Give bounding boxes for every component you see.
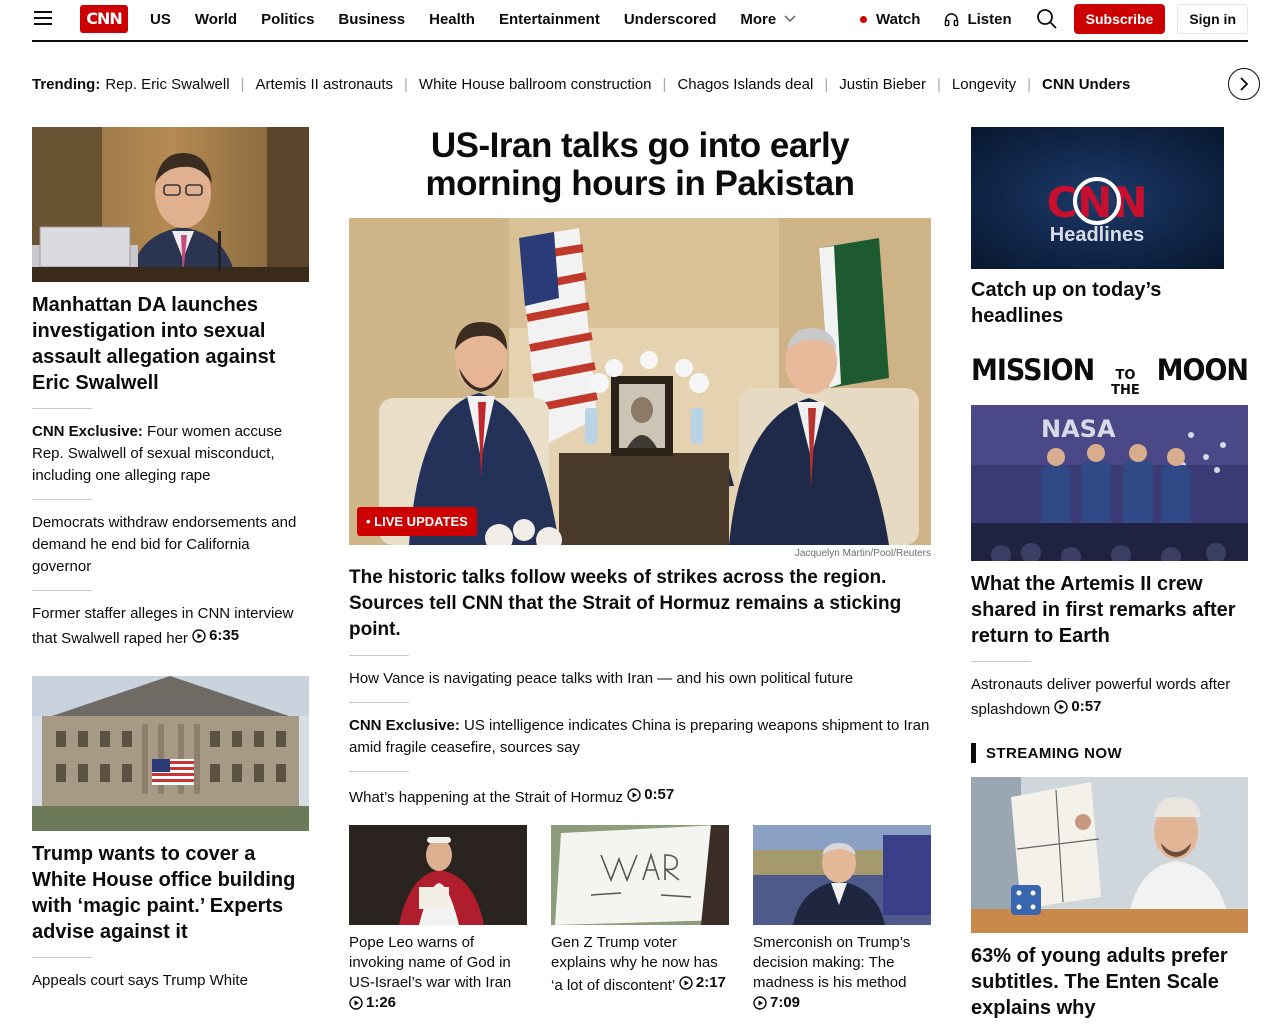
main-nav: US World Politics Business Health Entert… [150,0,820,38]
related-link[interactable]: CNN Exclusive: US intelligence indicates… [349,715,931,759]
story-headline[interactable]: What the Artemis II crew shared in first… [971,571,1248,649]
nav-more-label: More [740,10,777,28]
subscribe-button[interactable]: Subscribe [1073,4,1166,34]
live-dot-icon [859,15,867,23]
exclusive-label: CNN Exclusive: [32,423,143,440]
nav-more[interactable]: More [740,11,796,28]
video-thumbnails: Pope Leo warns of invoking name of God i… [349,825,931,1016]
listen-link[interactable]: Listen [944,10,1012,28]
related-link[interactable]: How Vance is navigating peace talks with… [349,668,931,690]
trending-item[interactable]: Rep. Eric Swalwell [105,76,229,93]
nav-business[interactable]: Business [338,11,405,28]
watch-link[interactable]: Watch [859,10,921,28]
nav-health[interactable]: Health [429,11,475,28]
video-caption: Pope Leo warns of invoking name of God i… [349,934,512,1013]
enten-scale-photo[interactable] [971,777,1248,933]
cnn-logo[interactable]: CNN [80,5,128,33]
video-duration: 6:35 [192,625,239,647]
headlines-tile-label: Headlines [1050,224,1144,246]
trending-item[interactable]: Artemis II astronauts [255,76,393,93]
svg-text:NASA: NASA [1041,415,1116,443]
trending-bar: Trending: Rep. Eric Swalwell | Artemis II… [32,75,1131,93]
streaming-now-label: STREAMING NOW [986,744,1123,762]
trending-item[interactable]: Chagos Islands deal [677,76,813,93]
left-column: Manhattan DA launches investigation into… [32,127,309,992]
streaming-now-header: STREAMING NOW [971,743,1248,763]
video-duration: 0:57 [1054,696,1101,718]
play-icon [192,629,206,643]
nav-politics[interactable]: Politics [261,11,314,28]
video-caption: Smerconish on Trump’s decision making: T… [753,934,911,1013]
live-updates-badge[interactable]: • LIVE UPDATES [357,507,477,536]
story-headline[interactable]: Trump wants to cover a White House offic… [32,841,309,945]
chevron-down-icon [784,15,796,23]
video-card[interactable]: Smerconish on Trump’s decision making: T… [753,825,931,1016]
lead-subheadline[interactable]: The historic talks follow weeks of strik… [349,565,931,643]
related-link[interactable]: Appeals court says Trump White [32,970,309,992]
sign-in-button[interactable]: Sign in [1177,4,1248,34]
nav-us[interactable]: US [150,11,171,28]
trending-item[interactable]: White House ballroom construction [419,76,652,93]
play-icon [1054,700,1069,714]
trending-item[interactable]: CNN Unders [1042,76,1130,93]
headphones-icon [945,12,959,26]
story-headline[interactable]: Manhattan DA launches investigation into… [32,292,309,396]
trending-label: Trending: [32,75,101,93]
mission-to-the-moon-logo[interactable]: MISSION TO THE MOON [971,353,1249,398]
trending-next-button[interactable] [1228,68,1260,100]
video-card[interactable]: Pope Leo warns of invoking name of God i… [349,825,527,1016]
exclusive-label: CNN Exclusive: [349,717,460,734]
related-video-link[interactable]: What’s happening at the Strait of Hormuz… [349,784,931,809]
headlines-caption[interactable]: Catch up on today’s headlines [971,277,1248,329]
listen-label: Listen [967,10,1012,28]
related-link[interactable]: CNN Exclusive: Four women accuse Rep. Sw… [32,421,309,487]
video-duration: 0:57 [627,784,674,806]
site-header: CNN US World Politics Business Health En… [32,0,1248,42]
video-caption: Gen Z Trump voter explains why he now ha… [551,934,726,994]
smerconish-thumbnail [753,825,931,925]
play-icon [753,996,767,1010]
headlines-logo: CNN [1046,178,1147,227]
video-duration: 2:17 [679,973,726,993]
related-link[interactable]: Democrats withdraw endorsements and dema… [32,512,309,578]
menu-icon[interactable] [34,11,52,25]
nav-world[interactable]: World [195,11,237,28]
search-icon[interactable] [1036,8,1058,30]
video-duration: 1:26 [349,993,396,1013]
trending-item[interactable]: Justin Bieber [839,76,926,93]
lead-photo[interactable]: • LIVE UPDATES [349,218,931,545]
center-column: US-Iran talks go into early morning hour… [349,127,931,1016]
play-icon [679,976,693,990]
swalwell-photo[interactable] [32,127,309,282]
white-house-building-photo[interactable] [32,676,309,831]
right-column: CNN Headlines Catch up on today’s headli… [971,127,1249,1021]
war-sign-thumbnail [551,825,729,925]
story-headline[interactable]: 63% of young adults prefer subtitles. Th… [971,943,1248,1021]
nav-entertainment[interactable]: Entertainment [499,11,600,28]
play-icon [349,996,363,1010]
related-video-link[interactable]: Astronauts deliver powerful words after … [971,674,1248,721]
video-duration: 7:09 [753,993,800,1013]
nav-underscored[interactable]: Underscored [624,11,717,28]
lead-headline[interactable]: US-Iran talks go into early morning hour… [349,127,931,203]
chevron-right-icon [1240,77,1249,91]
watch-label: Watch [875,10,921,28]
video-card[interactable]: Gen Z Trump voter explains why he now ha… [551,825,729,1016]
trending-item[interactable]: Longevity [952,76,1016,93]
cnn-headlines-video[interactable]: CNN Headlines [971,127,1224,269]
pope-leo-thumbnail [349,825,527,925]
utility-nav: Watch Listen Subscribe Sign in [859,0,1248,38]
artemis-crew-photo[interactable]: NASA [971,405,1248,561]
photo-credit: Jacquelyn Martin/Pool/Reuters [794,548,931,559]
play-icon [627,788,641,802]
related-video-link[interactable]: Former staffer alleges in CNN interview … [32,603,309,650]
